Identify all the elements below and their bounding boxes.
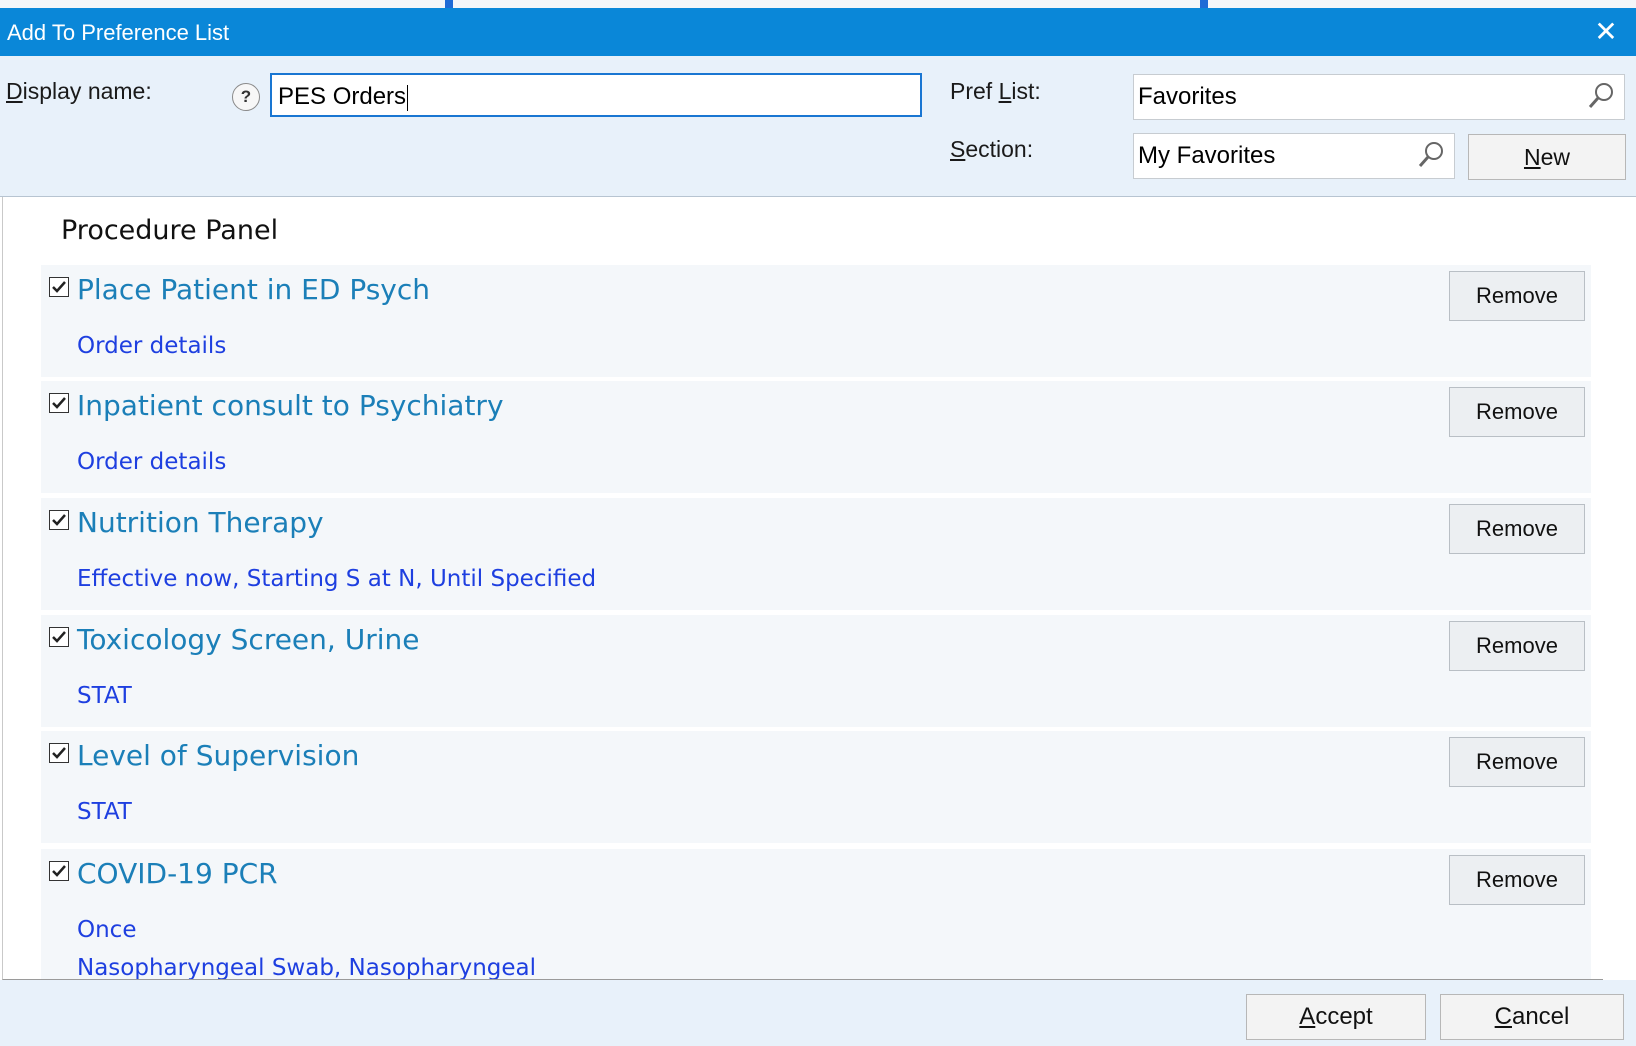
accept-button[interactable]: Accept <box>1246 994 1426 1040</box>
checkmark-icon <box>52 631 66 643</box>
item-name[interactable]: Inpatient consult to Psychiatry <box>77 389 504 422</box>
item-detail-link[interactable]: Once <box>77 917 136 943</box>
dialog-title-bar: Add To Preference List ✕ <box>0 8 1636 56</box>
item-detail-link[interactable]: STAT <box>77 799 132 825</box>
background-strip <box>0 0 1636 8</box>
order-list: Procedure Panel Place Patient in ED Psyc… <box>2 197 1603 980</box>
item-detail-link[interactable]: Order details <box>77 449 226 475</box>
remove-button[interactable]: Remove <box>1449 621 1585 671</box>
remove-button[interactable]: Remove <box>1449 737 1585 787</box>
close-button[interactable]: ✕ <box>1588 12 1624 52</box>
item-checkbox[interactable] <box>49 393 69 413</box>
pref-list-label: Pref List: <box>950 78 1041 104</box>
section-label: Section: <box>950 136 1034 162</box>
item-checkbox[interactable] <box>49 510 69 530</box>
item-checkbox[interactable] <box>49 277 69 297</box>
item-checkbox[interactable] <box>49 861 69 881</box>
list-item: Place Patient in ED Psych Order details … <box>41 265 1591 377</box>
text-caret <box>407 84 409 111</box>
item-detail-link[interactable]: Effective now, Starting S at N, Until Sp… <box>77 566 596 592</box>
item-checkbox[interactable] <box>49 743 69 763</box>
dialog-footer: Accept Cancel <box>0 980 1636 1046</box>
checkmark-icon <box>52 747 66 759</box>
display-name-input[interactable]: PES Orders <box>270 73 922 117</box>
dialog-title: Add To Preference List <box>7 20 230 45</box>
checkmark-icon <box>52 397 66 409</box>
item-checkbox[interactable] <box>49 627 69 647</box>
list-item: COVID-19 PCR Once Nasopharyngeal Swab, N… <box>41 849 1591 979</box>
panel-heading: Procedure Panel <box>61 215 279 246</box>
item-name[interactable]: Nutrition Therapy <box>77 506 324 539</box>
display-name-label: Display name: <box>6 78 152 104</box>
remove-button[interactable]: Remove <box>1449 387 1585 437</box>
remove-button[interactable]: Remove <box>1449 855 1585 905</box>
item-detail-link[interactable]: Order details <box>77 333 226 359</box>
background-marker <box>445 0 453 8</box>
list-item: Inpatient consult to Psychiatry Order de… <box>41 381 1591 493</box>
item-name[interactable]: Level of Supervision <box>77 739 359 772</box>
background-marker <box>1200 0 1208 8</box>
pref-list-field[interactable]: Favorites <box>1133 74 1625 120</box>
help-icon[interactable]: ? <box>232 83 260 111</box>
checkmark-icon <box>52 865 66 877</box>
item-detail-link[interactable]: Nasopharyngeal Swab, Nasopharyngeal <box>77 955 536 979</box>
magnifier-icon[interactable] <box>1586 81 1616 111</box>
item-name[interactable]: Place Patient in ED Psych <box>77 273 430 306</box>
item-name[interactable]: COVID-19 PCR <box>77 857 278 890</box>
dialog-header: Display name: ? PES Orders Pref List: Fa… <box>0 56 1636 197</box>
remove-button[interactable]: Remove <box>1449 271 1585 321</box>
list-item: Level of Supervision STAT Remove <box>41 731 1591 843</box>
checkmark-icon <box>52 514 66 526</box>
item-detail-link[interactable]: STAT <box>77 683 132 709</box>
section-field[interactable]: My Favorites <box>1133 133 1455 179</box>
cancel-button[interactable]: Cancel <box>1440 994 1624 1040</box>
item-name[interactable]: Toxicology Screen, Urine <box>77 623 419 656</box>
close-icon: ✕ <box>1594 16 1618 47</box>
checkmark-icon <box>52 281 66 293</box>
magnifier-icon[interactable] <box>1416 140 1446 170</box>
remove-button[interactable]: Remove <box>1449 504 1585 554</box>
list-item: Toxicology Screen, Urine STAT Remove <box>41 615 1591 727</box>
new-section-button[interactable]: New <box>1468 134 1626 180</box>
list-item: Nutrition Therapy Effective now, Startin… <box>41 498 1591 610</box>
